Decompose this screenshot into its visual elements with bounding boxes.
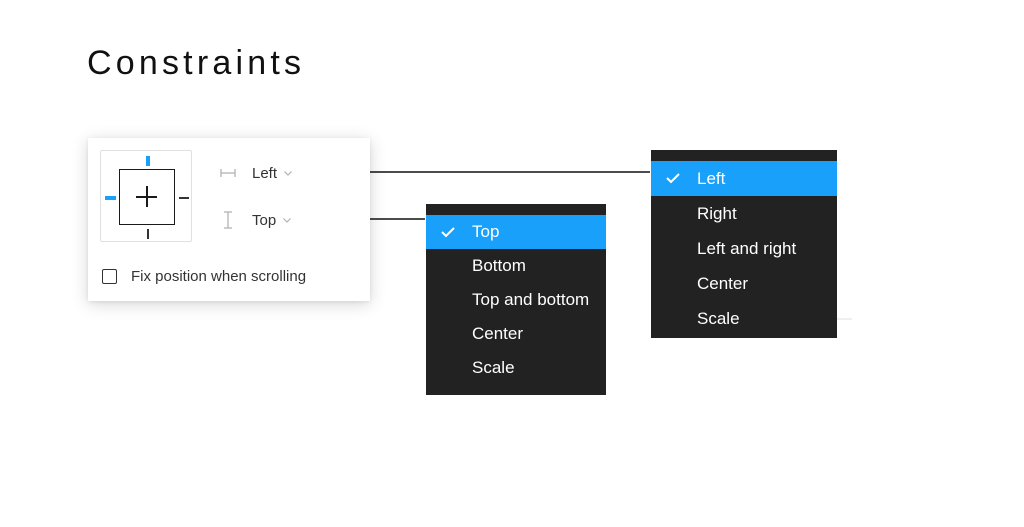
menu-item-scale[interactable]: Scale xyxy=(651,301,837,336)
horizontal-constraint-value: Left xyxy=(252,164,278,182)
constraint-widget[interactable] xyxy=(100,150,192,242)
menu-item-left-and-right[interactable]: Left and right xyxy=(651,231,837,266)
check-icon xyxy=(666,173,680,184)
menu-item-label: Scale xyxy=(472,358,515,377)
menu-item-label: Left and right xyxy=(697,238,797,258)
menu-item-label: Right xyxy=(697,203,737,223)
menu-item-right[interactable]: Right xyxy=(651,196,837,231)
menu-item-label: Scale xyxy=(697,308,740,328)
right-constraint-handle[interactable] xyxy=(179,197,189,199)
top-constraint-handle[interactable] xyxy=(146,156,150,166)
menu-item-label: Bottom xyxy=(472,256,526,275)
fix-position-checkbox[interactable] xyxy=(102,269,117,284)
fix-position-row[interactable]: Fix position when scrolling xyxy=(102,268,306,285)
center-plus-icon-vertical xyxy=(146,186,148,207)
constraints-panel: Left Top Fix position when scrolling xyxy=(88,138,370,301)
fix-position-label: Fix position when scrolling xyxy=(131,268,307,285)
menu-item-top-and-bottom[interactable]: Top and bottom xyxy=(426,283,606,317)
chevron-down-icon xyxy=(283,218,292,223)
menu-item-left[interactable]: Left xyxy=(651,161,837,196)
horizontal-constraint-menu: Left Right Left and right Center Scale xyxy=(651,150,837,338)
vertical-constraint-icon xyxy=(224,211,232,229)
menu-item-center[interactable]: Center xyxy=(426,317,606,351)
horizontal-constraint-icon xyxy=(220,169,236,177)
vertical-constraint-menu: Top Bottom Top and bottom Center Scale xyxy=(426,204,606,395)
vertical-constraint-dropdown[interactable]: Top xyxy=(218,210,292,230)
menu-item-top[interactable]: Top xyxy=(426,215,606,249)
horizontal-constraint-dropdown[interactable]: Left xyxy=(218,163,293,183)
bottom-constraint-handle[interactable] xyxy=(147,229,149,239)
left-constraint-handle[interactable] xyxy=(105,196,116,200)
menu-item-label: Top xyxy=(472,222,500,241)
menu-item-label: Center xyxy=(697,273,749,293)
menu-item-center[interactable]: Center xyxy=(651,266,837,301)
menu-item-bottom[interactable]: Bottom xyxy=(426,249,606,283)
menu-item-label: Center xyxy=(472,324,524,343)
chevron-down-icon xyxy=(284,171,292,176)
menu-item-label: Left xyxy=(697,168,726,188)
vertical-constraint-value: Top xyxy=(252,211,277,229)
constraint-frame xyxy=(119,169,175,225)
check-icon xyxy=(441,227,455,238)
menu-item-label: Top and bottom xyxy=(472,290,590,309)
menu-item-scale[interactable]: Scale xyxy=(426,351,606,385)
